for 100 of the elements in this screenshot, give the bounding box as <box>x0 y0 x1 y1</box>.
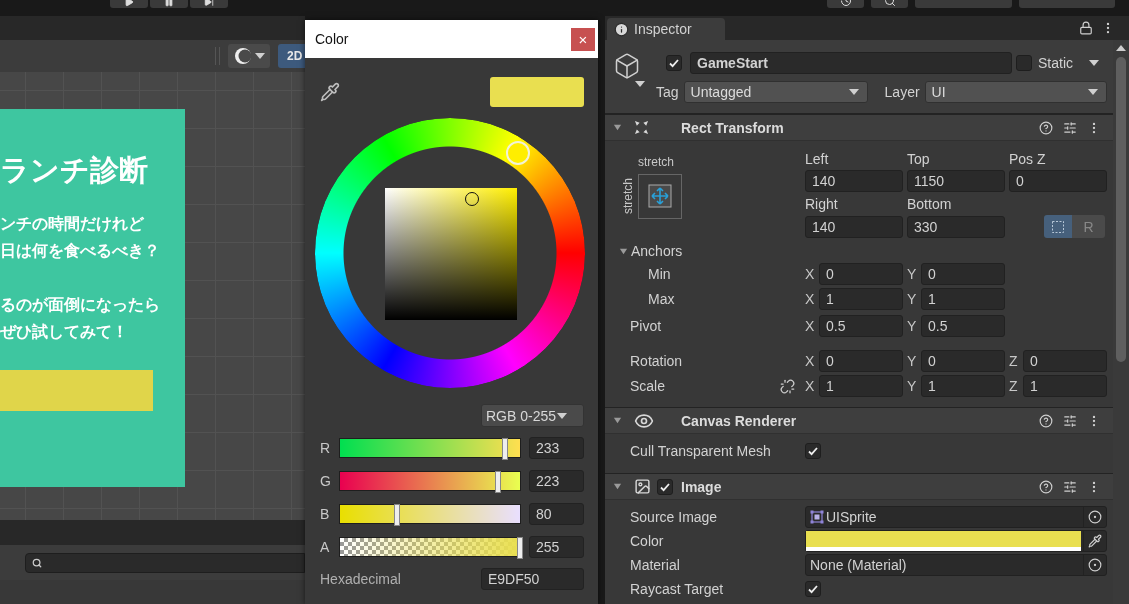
lock-icon[interactable] <box>1079 21 1093 35</box>
saturation-value-square[interactable] <box>385 188 517 320</box>
channel-value-field[interactable]: 255 <box>529 536 584 558</box>
property-label: Material <box>630 557 680 573</box>
number-field[interactable]: 140 <box>805 216 903 238</box>
channel-slider[interactable] <box>339 438 521 458</box>
channel-value-field[interactable]: 80 <box>529 503 584 525</box>
enabled-checkbox[interactable] <box>657 478 673 495</box>
layer-label: Layer <box>884 84 920 100</box>
eyedropper-icon[interactable] <box>320 82 340 102</box>
slider-thumb[interactable] <box>517 537 523 559</box>
component-header[interactable]: Image <box>605 473 1113 500</box>
slider-thumb[interactable] <box>393 504 400 526</box>
color-field[interactable] <box>805 530 1107 552</box>
axis-label: X <box>805 318 816 334</box>
number-field[interactable]: 1 <box>819 375 903 397</box>
help-icon[interactable] <box>1039 413 1053 428</box>
number-field[interactable]: 1 <box>921 288 1005 310</box>
foldout-arrow-icon[interactable] <box>613 416 622 425</box>
channel-label: A <box>320 539 331 555</box>
blueprint-button[interactable] <box>1044 215 1072 238</box>
number-field[interactable]: 0.5 <box>921 315 1005 337</box>
channel-slider[interactable] <box>339 471 521 491</box>
property-label: Source Image <box>630 509 718 525</box>
property-label: Scale <box>630 378 666 394</box>
field-label: Bottom <box>907 196 953 213</box>
axis-label: X <box>805 266 816 282</box>
card-text: ンチの時間だけれど <box>0 214 145 234</box>
tag-dropdown[interactable]: Untagged <box>683 81 868 103</box>
component-header[interactable]: Canvas Renderer <box>605 407 1113 434</box>
preset-icon[interactable] <box>1063 479 1077 494</box>
number-field[interactable]: 1 <box>819 288 903 310</box>
foldout-arrow-icon[interactable] <box>619 246 628 256</box>
hex-field[interactable]: E9DF50 <box>481 568 584 590</box>
component-title: Image <box>681 478 722 495</box>
number-field[interactable]: 0.5 <box>819 315 903 337</box>
number-field[interactable]: 0 <box>921 263 1005 285</box>
number-field[interactable]: 140 <box>805 170 903 192</box>
component-header[interactable]: Rect Transform <box>605 114 1113 141</box>
unlink-icon[interactable] <box>780 378 795 394</box>
eyedropper-icon[interactable] <box>1088 534 1102 548</box>
channel-slider[interactable] <box>339 504 521 524</box>
info-icon <box>614 21 629 37</box>
preset-label: stretch <box>621 178 635 214</box>
mode-dropdown[interactable]: RGB 0-255 <box>481 404 584 427</box>
number-field[interactable]: 0 <box>819 263 903 285</box>
preset-icon[interactable] <box>1063 120 1077 135</box>
inspector-tab[interactable]: Inspector <box>607 18 725 40</box>
foldout-arrow-icon[interactable] <box>613 123 622 132</box>
anchor-preset-widget[interactable] <box>638 173 682 219</box>
object-field[interactable]: UISprite <box>805 506 1107 528</box>
target-icon[interactable] <box>1088 510 1102 524</box>
move-arrows-icon <box>648 184 672 208</box>
field-label: Left <box>805 151 830 168</box>
image-icon <box>634 478 651 495</box>
close-button[interactable]: × <box>571 27 595 51</box>
number-field[interactable]: 0 <box>1009 170 1107 192</box>
checkbox[interactable] <box>805 443 821 459</box>
help-icon[interactable] <box>1039 479 1053 494</box>
property-label: Color <box>630 533 664 549</box>
tag-label: Tag <box>656 84 679 100</box>
checkbox[interactable] <box>805 581 821 597</box>
number-field[interactable]: 0 <box>1023 350 1107 372</box>
caret-icon <box>848 89 859 95</box>
help-icon[interactable] <box>1039 120 1053 135</box>
layer-dropdown[interactable]: UI <box>924 81 1107 103</box>
name-field[interactable]: GameStart <box>690 52 1012 74</box>
foldout-label[interactable]: Anchors <box>631 243 683 259</box>
number-field[interactable]: 0 <box>921 350 1005 372</box>
caret-icon[interactable] <box>1089 60 1099 66</box>
number-field[interactable]: 1150 <box>907 170 1005 192</box>
slider-thumb[interactable] <box>501 438 508 460</box>
number-field[interactable]: 1 <box>921 375 1005 397</box>
active-checkbox[interactable] <box>666 55 682 71</box>
sprite-icon <box>810 510 824 524</box>
slider-thumb[interactable] <box>494 471 501 493</box>
scroll-up-icon[interactable] <box>1116 45 1126 51</box>
caret-icon <box>557 412 568 419</box>
number-field[interactable]: 1 <box>1023 375 1107 397</box>
static-checkbox[interactable] <box>1016 55 1032 71</box>
foldout-arrow-icon[interactable] <box>613 482 622 491</box>
property-label: Rotation <box>630 353 683 369</box>
shading-mode-button[interactable] <box>228 44 270 68</box>
scrollbar-thumb[interactable] <box>1116 57 1126 362</box>
2d-mode-button[interactable]: 2D <box>278 44 305 68</box>
search-field[interactable] <box>25 552 305 573</box>
card-text: るのが面倒になったら <box>0 295 161 316</box>
object-field[interactable]: None (Material) <box>805 554 1107 576</box>
step-icon <box>204 0 214 7</box>
property-label: Min <box>648 266 671 282</box>
window-title: Color <box>315 31 349 47</box>
number-field[interactable]: 330 <box>907 216 1005 238</box>
preset-icon[interactable] <box>1063 413 1077 428</box>
axis-label: Z <box>1009 353 1019 369</box>
target-icon[interactable] <box>1088 558 1102 572</box>
number-field[interactable]: 0 <box>819 350 903 372</box>
channel-value-field[interactable]: 223 <box>529 470 584 492</box>
channel-slider[interactable] <box>339 537 521 557</box>
component-title: Canvas Renderer <box>681 412 797 429</box>
channel-value-field[interactable]: 233 <box>529 437 584 459</box>
